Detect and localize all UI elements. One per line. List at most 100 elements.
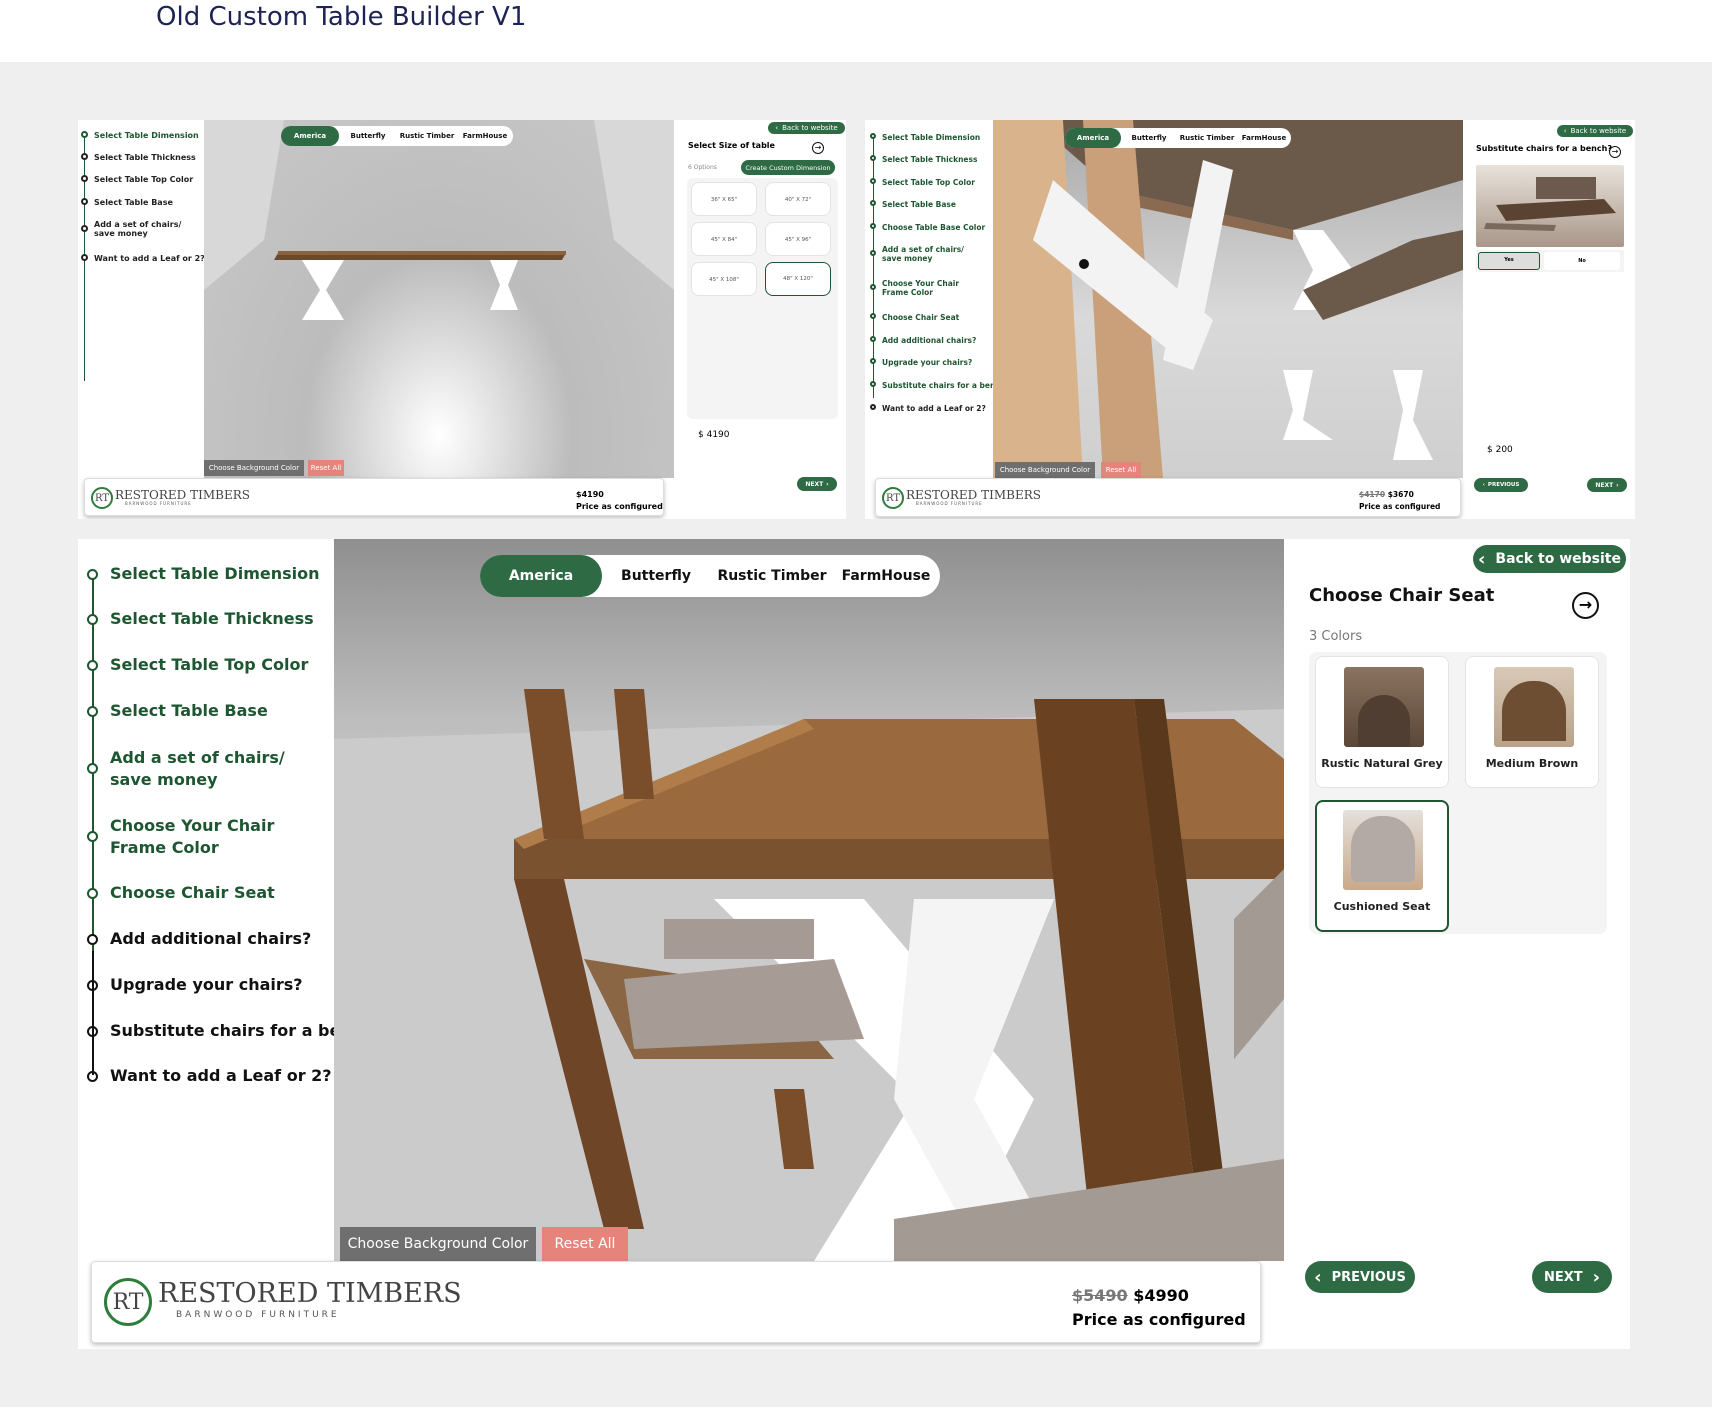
arrow-right-circle-icon[interactable]: → (812, 142, 824, 154)
next-button[interactable]: NEXT › (1587, 478, 1627, 492)
step-10[interactable]: Substitute chairs for a bench (87, 1021, 373, 1040)
tab-butterfly[interactable]: Butterfly (1121, 134, 1177, 142)
step-2[interactable]: Select Table Thickness (87, 609, 314, 628)
size-option-selected[interactable]: 48" X 120" (765, 262, 831, 296)
next-button[interactable]: NEXT › (1532, 1261, 1612, 1293)
no-option[interactable]: No (1544, 252, 1620, 270)
size-option[interactable]: 36" X 65" (691, 182, 757, 216)
step-label: Select Table Dimension (882, 133, 981, 142)
size-options-panel: 36" X 65" 40" X 72" 45" X 84" 45" X 96" … (687, 178, 838, 419)
arrow-right-circle-icon[interactable]: → (1572, 592, 1599, 619)
step-10[interactable]: Upgrade your chairs? (870, 358, 972, 367)
arrow-right-circle-icon[interactable]: → (1609, 146, 1621, 158)
seat-option-rustic-natural-grey[interactable]: Rustic Natural Grey (1315, 656, 1449, 788)
step-6[interactable]: Add a set of chairs/ save money (870, 245, 985, 263)
choose-background-color-button[interactable]: Choose Background Color (340, 1227, 536, 1261)
step-11[interactable]: Substitute chairs for a bench (870, 381, 1005, 390)
seat-shape (1351, 816, 1415, 882)
logo-subtitle: BARNWOOD FURNITURE (176, 1310, 340, 1320)
tab-rustic-timber[interactable]: Rustic Timber (710, 568, 834, 584)
seat-option-label: Rustic Natural Grey (1321, 757, 1443, 770)
size-option[interactable]: 40" X 72" (765, 182, 831, 216)
create-custom-dimension-button[interactable]: Create Custom Dimension (741, 160, 835, 175)
step-3[interactable]: Select Table Top Color (87, 655, 308, 674)
yes-option[interactable]: Yes (1478, 252, 1540, 270)
step-4[interactable]: Select Table Base (81, 198, 173, 207)
step-2[interactable]: Select Table Thickness (870, 155, 977, 164)
step-5[interactable]: Choose Table Base Color (870, 223, 985, 232)
previous-button[interactable]: ‹ PREVIOUS (1474, 478, 1528, 492)
size-option[interactable]: 45" X 108" (691, 262, 757, 296)
tab-america[interactable]: America (1065, 128, 1121, 148)
step-label: Select Table Dimension (110, 564, 320, 583)
size-option[interactable]: 45" X 96" (765, 222, 831, 256)
3d-viewport[interactable]: America Butterfly Rustic Timber FarmHous… (334, 539, 1284, 1261)
next-button[interactable]: NEXT › (797, 477, 837, 491)
seat-option-label: Medium Brown (1485, 757, 1579, 770)
step-4[interactable]: Select Table Base (870, 200, 956, 209)
step-7[interactable]: Choose Your Chair Frame Color (870, 279, 985, 297)
seat-shape (1358, 695, 1410, 747)
tab-farmhouse[interactable]: FarmHouse (1237, 134, 1291, 142)
back-label: Back to website (1495, 551, 1621, 567)
reset-all-button[interactable]: Reset All (1101, 462, 1141, 478)
step-6[interactable]: Choose Your Chair Frame Color (87, 815, 307, 859)
previous-button[interactable]: ‹ PREVIOUS (1305, 1261, 1415, 1293)
3d-viewport[interactable]: America Butterfly Rustic Timber FarmHous… (993, 120, 1463, 478)
reset-all-button[interactable]: Reset All (542, 1227, 628, 1261)
next-label: NEXT (805, 480, 824, 488)
step-label: Select Table Top Color (110, 655, 309, 674)
tab-rustic-timber[interactable]: Rustic Timber (397, 132, 457, 140)
step-5[interactable]: Add a set of chairs/ save money (87, 747, 307, 791)
step-9[interactable]: Add additional chairs? (870, 336, 976, 345)
step-label: Choose Your Chair Frame Color (882, 279, 960, 297)
side-price: $ 200 (1487, 445, 1513, 455)
step-1[interactable]: Select Table Dimension (870, 133, 980, 142)
step-8[interactable]: Add additional chairs? (87, 929, 311, 948)
back-to-website-button[interactable]: ‹ Back to website (1557, 125, 1633, 137)
chevron-left-icon: ‹ (1314, 1266, 1322, 1288)
step-11[interactable]: Want to add a Leaf or 2? (87, 1066, 332, 1085)
tab-butterfly[interactable]: Butterfly (339, 132, 397, 140)
tab-farmhouse[interactable]: FarmHouse (834, 568, 938, 584)
step-9[interactable]: Upgrade your chairs? (87, 975, 303, 994)
step-2[interactable]: Select Table Thickness (81, 153, 196, 162)
tab-rustic-timber[interactable]: Rustic Timber (1177, 134, 1237, 142)
tab-america[interactable]: America (281, 126, 339, 146)
logo-icon: RT (882, 487, 904, 509)
step-6[interactable]: Want to add a Leaf or 2? (81, 254, 205, 263)
logo-icon: RT (91, 487, 113, 509)
back-to-website-button[interactable]: ‹ Back to website (1473, 545, 1626, 573)
size-option[interactable]: 45" X 84" (691, 222, 757, 256)
reset-all-button[interactable]: Reset All (308, 460, 344, 476)
step-4[interactable]: Select Table Base (87, 701, 268, 720)
tab-farmhouse[interactable]: FarmHouse (457, 132, 513, 140)
seat-option-medium-brown[interactable]: Medium Brown (1465, 656, 1599, 788)
3d-viewport[interactable]: America Butterfly Rustic Timber FarmHous… (204, 120, 674, 478)
step-label: Add a set of chairs/ save money (882, 245, 964, 263)
step-1[interactable]: Select Table Dimension (87, 564, 320, 583)
seat-option-cushioned-seat[interactable]: Cushioned Seat (1315, 800, 1449, 932)
step-3[interactable]: Select Table Top Color (870, 178, 975, 187)
step-label: Select Table Base (94, 198, 173, 207)
choose-background-color-button[interactable]: Choose Background Color (995, 462, 1095, 478)
step-1[interactable]: Select Table Dimension (81, 131, 199, 140)
choose-background-color-button[interactable]: Choose Background Color (204, 460, 304, 476)
step-label: Choose Chair Seat (882, 313, 960, 322)
step-label: Add additional chairs? (882, 336, 977, 345)
logo-text: RESTORED TIMBERS (115, 488, 250, 502)
tab-america[interactable]: America (480, 555, 602, 597)
table-render (993, 120, 1463, 478)
tab-butterfly[interactable]: Butterfly (602, 568, 710, 584)
step-label: Select Table Base (110, 701, 268, 720)
next-label: NEXT (1595, 481, 1614, 489)
back-to-website-button[interactable]: ‹ Back to website (768, 122, 845, 134)
step-12[interactable]: Want to add a Leaf or 2? (870, 404, 986, 413)
step-3[interactable]: Select Table Top Color (81, 175, 193, 184)
seat-options-panel: Rustic Natural Grey Medium Brown Cushion… (1309, 652, 1607, 934)
step-8[interactable]: Choose Chair Seat (870, 313, 959, 322)
seat-shape (1502, 681, 1566, 741)
step-5[interactable]: Add a set of chairs/ save money (81, 220, 186, 238)
price-caption: Price as configured (576, 502, 663, 511)
step-7[interactable]: Choose Chair Seat (87, 883, 275, 902)
